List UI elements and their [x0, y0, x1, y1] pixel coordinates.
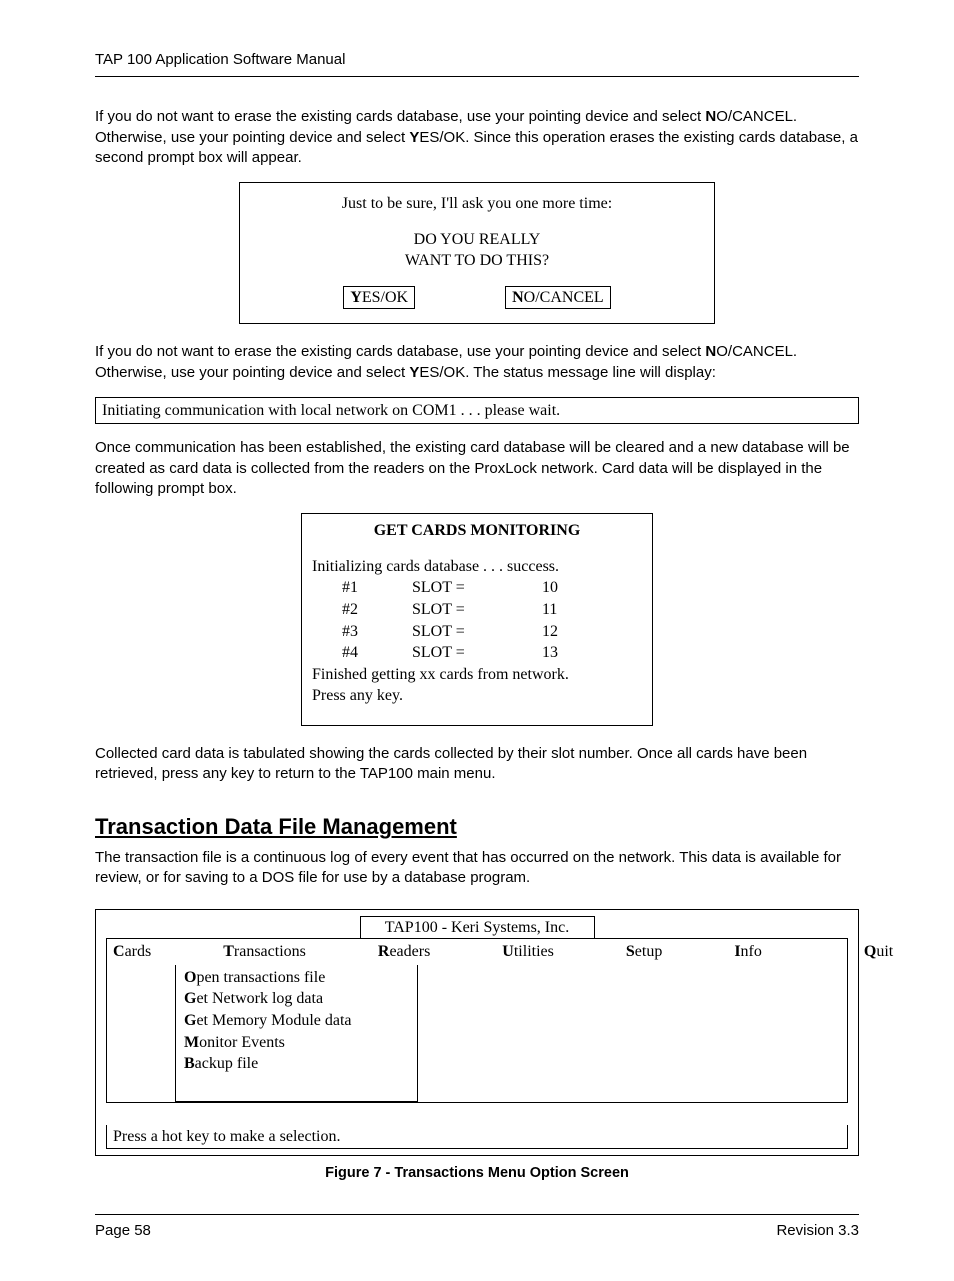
dialog-line1: Just to be sure, I'll ask you one more t…: [252, 193, 702, 215]
monitor-init: Initializing cards database . . . succes…: [312, 556, 642, 578]
menu-frame: Cards Transactions Readers Utilities Set…: [106, 938, 848, 1103]
menu-item-get-network[interactable]: Get Network log data: [184, 988, 409, 1010]
menu-item-backup[interactable]: Backup file: [184, 1053, 409, 1075]
dialog-line3: WANT TO DO THIS?: [252, 250, 702, 272]
monitor-row: #3SLOT =12: [342, 621, 642, 643]
menu-item-open[interactable]: Open transactions file: [184, 967, 409, 989]
app-status-line: Press a hot key to make a selection.: [106, 1125, 848, 1150]
monitor-box: GET CARDS MONITORING Initializing cards …: [301, 513, 653, 726]
figure-caption: Figure 7 - Transactions Menu Option Scre…: [95, 1164, 859, 1184]
paragraph-5: The transaction file is a continuous log…: [95, 848, 859, 889]
header-rule: [95, 76, 859, 77]
menu-quit[interactable]: Quit: [864, 941, 929, 963]
monitor-row: #4SLOT =13: [342, 642, 642, 664]
yes-button[interactable]: YES/OK: [343, 286, 415, 310]
monitor-finished: Finished getting xx cards from network.: [312, 664, 642, 686]
menu-item-get-memory[interactable]: Get Memory Module data: [184, 1010, 409, 1032]
confirm-dialog: Just to be sure, I'll ask you one more t…: [239, 182, 715, 324]
status-line: Initiating communication with local netw…: [95, 397, 859, 425]
page-footer: Page 58 Revision 3.3: [95, 1221, 859, 1241]
app-title: TAP100 - Keri Systems, Inc.: [360, 916, 595, 940]
dialog-line2: DO YOU REALLY: [252, 229, 702, 251]
footer-left: Page 58: [95, 1221, 151, 1241]
menu-readers[interactable]: Readers: [378, 941, 466, 963]
menu-setup[interactable]: Setup: [626, 941, 698, 963]
page-header: TAP 100 Application Software Manual: [95, 50, 859, 70]
monitor-row: #1SLOT =10: [342, 577, 642, 599]
footer-right: Revision 3.3: [776, 1221, 859, 1241]
monitor-title: GET CARDS MONITORING: [312, 520, 642, 542]
menu-item-monitor[interactable]: Monitor Events: [184, 1032, 409, 1054]
menu-bar: Cards Transactions Readers Utilities Set…: [107, 939, 847, 965]
menu-info[interactable]: Info: [734, 941, 798, 963]
paragraph-4: Collected card data is tabulated showing…: [95, 744, 859, 785]
app-window: TAP100 - Keri Systems, Inc. Cards Transa…: [95, 909, 859, 1157]
section-heading: Transaction Data File Management: [95, 812, 859, 842]
monitor-press: Press any key.: [312, 685, 642, 707]
menu-transactions[interactable]: Transactions: [223, 941, 342, 963]
footer-rule: [95, 1214, 859, 1215]
paragraph-2: If you do not want to erase the existing…: [95, 342, 859, 383]
menu-cards[interactable]: Cards: [113, 941, 187, 963]
transactions-dropdown: Open transactions file Get Network log d…: [175, 965, 418, 1102]
paragraph-1: If you do not want to erase the existing…: [95, 107, 859, 168]
menu-utilities[interactable]: Utilities: [502, 941, 590, 963]
no-button[interactable]: NO/CANCEL: [505, 286, 611, 310]
paragraph-3: Once communication has been established,…: [95, 438, 859, 499]
monitor-row: #2SLOT =11: [342, 599, 642, 621]
